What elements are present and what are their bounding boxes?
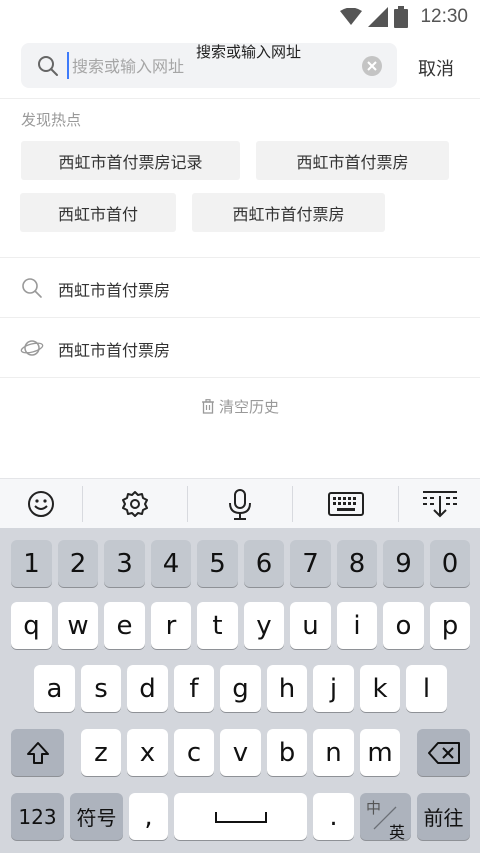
key-5[interactable]: 5	[197, 540, 238, 587]
emoji-icon	[28, 491, 54, 517]
key-u[interactable]: u	[290, 602, 331, 649]
space-key[interactable]	[174, 793, 307, 840]
wifi-icon	[340, 8, 363, 25]
key-w[interactable]: w	[58, 602, 98, 649]
emoji-button[interactable]	[0, 479, 82, 529]
history-item-text: 西虹市首付票房	[58, 341, 171, 360]
planet-icon	[20, 340, 44, 356]
space-icon	[214, 811, 267, 823]
backspace-icon	[427, 741, 460, 764]
shift-icon	[26, 741, 49, 764]
key-d[interactable]: d	[127, 665, 168, 712]
key-e[interactable]: e	[104, 602, 145, 649]
clear-history-label: 清空历史	[218, 398, 279, 416]
search-tooltip: 搜索或输入网址	[196, 43, 302, 61]
history-item[interactable]: 西虹市首付票房	[0, 258, 480, 318]
key-8[interactable]: 8	[337, 540, 377, 587]
history-item-text: 西虹市首付票房	[58, 281, 171, 300]
clear-input-icon[interactable]	[362, 56, 382, 76]
history-item[interactable]: 西虹市首付票房	[0, 318, 480, 378]
key-a[interactable]: a	[34, 665, 75, 712]
key-z[interactable]: z	[81, 729, 121, 776]
collapse-keyboard-button[interactable]	[399, 479, 480, 529]
comma-key[interactable]: ,	[129, 793, 168, 840]
symbol-key[interactable]: 符号	[70, 793, 123, 840]
text-caret	[67, 52, 69, 79]
key-7[interactable]: 7	[290, 540, 331, 587]
key-j[interactable]: j	[313, 665, 354, 712]
key-y[interactable]: y	[244, 602, 284, 649]
settings-button[interactable]	[83, 479, 187, 529]
cell-signal-icon	[368, 7, 389, 27]
collapse-keyboard-icon	[422, 491, 457, 518]
key-h[interactable]: h	[267, 665, 307, 712]
number-mode-key[interactable]: 123	[11, 793, 64, 840]
key-k[interactable]: k	[360, 665, 400, 712]
key-i[interactable]: i	[337, 602, 377, 649]
key-1[interactable]: 1	[11, 540, 52, 587]
language-switch-key[interactable]: 中 英	[360, 793, 411, 842]
backspace-key[interactable]	[417, 729, 470, 776]
lang-en-label: 英	[389, 823, 406, 842]
divider	[0, 377, 480, 378]
status-bar: 12:30	[0, 0, 480, 34]
hot-chip[interactable]: 西虹市首付票房	[256, 141, 449, 180]
clear-history-button[interactable]: 清空历史	[0, 396, 480, 417]
trash-icon	[201, 399, 214, 414]
divider	[0, 98, 480, 99]
shift-key[interactable]	[11, 729, 64, 776]
key-c[interactable]: c	[174, 729, 214, 776]
status-time: 12:30	[420, 6, 468, 27]
key-4[interactable]: 4	[151, 540, 191, 587]
key-2[interactable]: 2	[58, 540, 98, 587]
key-x[interactable]: x	[127, 729, 168, 776]
key-t[interactable]: t	[197, 602, 238, 649]
key-p[interactable]: p	[430, 602, 470, 649]
microphone-icon	[229, 489, 251, 520]
key-b[interactable]: b	[267, 729, 307, 776]
hot-chip[interactable]: 西虹市首付票房记录	[21, 141, 240, 180]
key-r[interactable]: r	[151, 602, 191, 649]
go-key[interactable]: 前往	[417, 793, 470, 840]
key-f[interactable]: f	[174, 665, 214, 712]
settings-icon	[122, 491, 148, 517]
hot-chip[interactable]: 西虹市首付票房	[192, 193, 385, 232]
key-v[interactable]: v	[220, 729, 261, 776]
search-icon	[38, 56, 58, 76]
key-3[interactable]: 3	[104, 540, 145, 587]
lang-zh-label: 中	[366, 799, 382, 817]
battery-icon	[394, 6, 409, 28]
voice-input-button[interactable]	[188, 479, 292, 529]
key-s[interactable]: s	[81, 665, 121, 712]
key-g[interactable]: g	[220, 665, 261, 712]
keyboard-icon	[327, 492, 364, 516]
period-key[interactable]: .	[313, 793, 354, 840]
keyboard-toolbar	[0, 478, 480, 528]
search-icon	[22, 278, 42, 298]
key-m[interactable]: m	[360, 729, 400, 776]
key-6[interactable]: 6	[244, 540, 284, 587]
key-0[interactable]: 0	[430, 540, 470, 587]
keyboard-switch-button[interactable]	[293, 479, 398, 529]
key-n[interactable]: n	[313, 729, 354, 776]
hot-chip[interactable]: 西虹市首付	[20, 193, 176, 232]
key-9[interactable]: 9	[383, 540, 424, 587]
keyboard: 1 2 3 4 5 6 7 8 9 0 q w e r t y u i o p …	[0, 528, 480, 853]
key-q[interactable]: q	[11, 602, 52, 649]
key-o[interactable]: o	[383, 602, 424, 649]
cancel-button[interactable]: 取消	[418, 55, 454, 81]
key-l[interactable]: l	[406, 665, 447, 712]
hot-section-title: 发现热点	[21, 111, 82, 129]
